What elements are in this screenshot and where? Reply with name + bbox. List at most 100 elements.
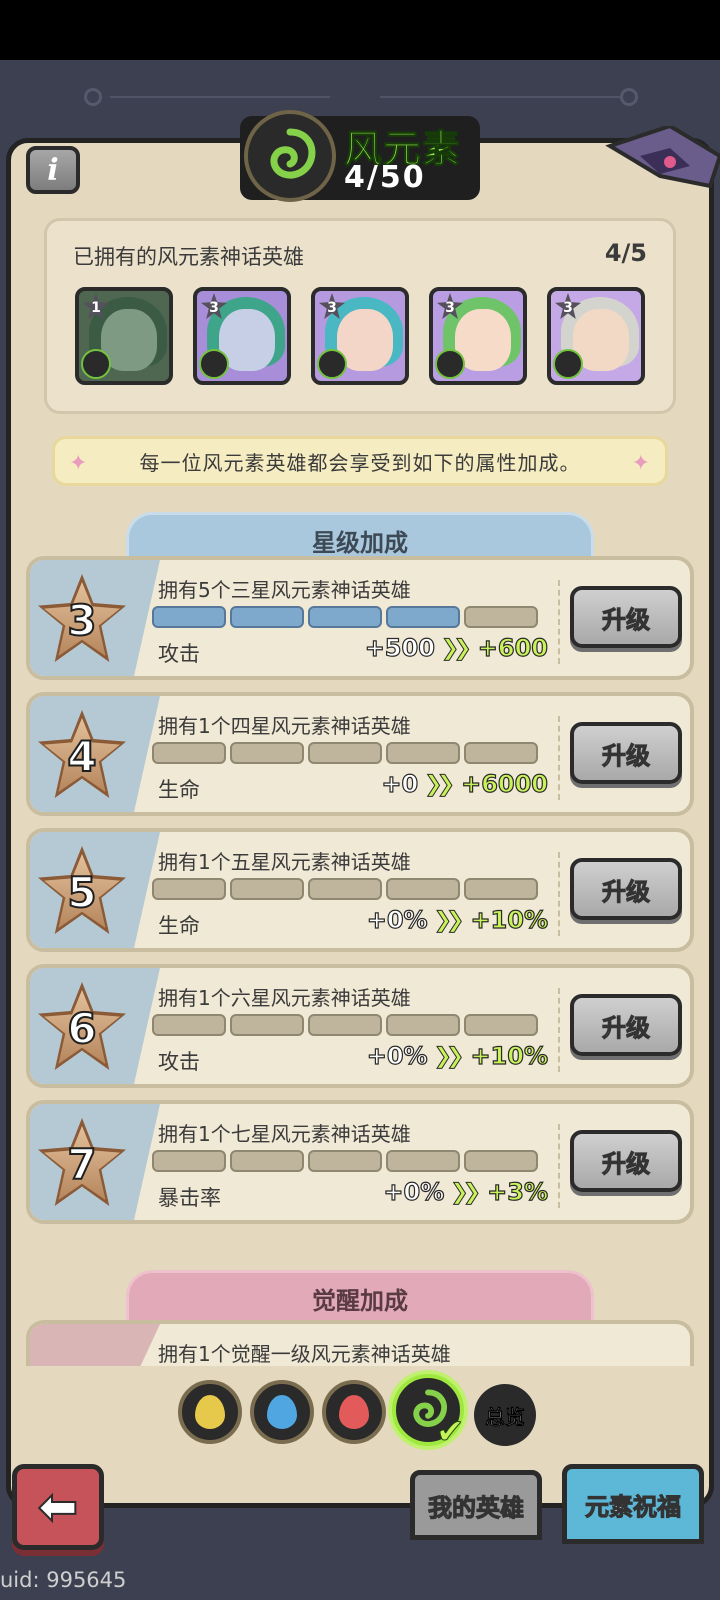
water-element-icon [267,1395,297,1429]
awaken-requirement: 拥有1个觉醒一级风元素神话英雄 [158,1342,451,1366]
bonus-values: +0% ❯❯ +10% [366,1041,549,1070]
fire-element-icon [339,1395,369,1429]
bonus-stat: 攻击 [158,1050,200,1074]
wind-element-icon [81,349,111,379]
progress-segment [230,878,304,900]
hero-card[interactable]: 3 [429,287,527,385]
hero-card[interactable]: 3 [311,287,409,385]
bonus-current: +500 [364,633,435,662]
decor-dot [84,88,102,106]
star-bonus-row: 3 拥有5个三星风元素神话英雄 攻击 +500 ❯❯ +600 升级 [26,556,694,680]
progress-segment [464,606,538,628]
earth-element-button[interactable] [178,1380,242,1444]
bonus-stat: 生命 [158,914,200,938]
info-button[interactable]: i [26,146,80,194]
double-arrow-icon: ❯❯ [450,1179,482,1205]
hero-card[interactable]: 1 [75,287,173,385]
progress-segment [152,878,226,900]
back-button[interactable]: ⬅ [12,1464,104,1550]
element-count: 4/50 [344,160,426,195]
double-arrow-icon: ❯❯ [424,771,456,797]
progress-segment [464,1150,538,1172]
bonus-current: +0% [383,1177,445,1206]
tab-my-heroes[interactable]: 我的英雄 [410,1470,542,1540]
progress-segment [308,1014,382,1036]
bonus-requirement: 拥有1个四星风元素神话英雄 [158,714,411,738]
star-level-number: 5 [66,867,97,918]
progress-segment [308,878,382,900]
bonus-next: +600 [477,633,548,662]
bonus-next: +10% [470,1041,549,1070]
progress-segment [230,606,304,628]
upgrade-button[interactable]: 升级 [570,994,682,1056]
progress-segment [464,1014,538,1036]
decor-line [110,96,330,98]
star-bonus-row: 6 拥有1个六星风元素神话英雄 攻击 +0% ❯❯ +10% 升级 [26,964,694,1088]
upgrade-button[interactable]: 升级 [570,586,682,648]
tab-element-blessing[interactable]: 元素祝福 [562,1464,704,1544]
sparkle-icon: ✦ [69,451,89,476]
progress-segment [152,742,226,764]
hero-card[interactable]: 3 [547,287,645,385]
wind-element-icon [435,349,465,379]
owned-heroes-count: 4/5 [604,239,647,267]
fire-element-button[interactable] [322,1380,386,1444]
upgrade-button[interactable]: 升级 [570,1130,682,1192]
double-arrow-icon: ❯❯ [433,1043,465,1069]
bonus-values: +0% ❯❯ +3% [383,1177,549,1206]
star-bonus-row: 4 拥有1个四星风元素神话英雄 生命 +0 ❯❯ +6000 升级 [26,692,694,816]
progress-bar [152,1014,538,1036]
progress-segment [308,1150,382,1172]
bonus-stat: 生命 [158,778,200,802]
progress-segment [152,1150,226,1172]
bonus-values: +500 ❯❯ +600 [364,633,549,662]
upgrade-button[interactable]: 升级 [570,722,682,784]
wind-element-icon [199,349,229,379]
bonus-current: +0% [366,1041,428,1070]
progress-bar [152,878,538,900]
progress-segment [464,878,538,900]
overview-button[interactable]: 总览 [474,1384,536,1446]
bonus-requirement: 拥有1个五星风元素神话英雄 [158,850,411,874]
star-level-number: 3 [66,595,97,646]
crystal-decoration-icon [605,126,720,189]
system-status-bar [0,0,720,60]
progress-segment [464,742,538,764]
bonus-next: +6000 [460,769,548,798]
progress-segment [308,606,382,628]
bonus-current: +0% [366,905,428,934]
decor-line [380,96,620,98]
notice-text: 每一位风元素英雄都会享受到如下的属性加成。 [139,450,581,475]
bonus-values: +0 ❯❯ +6000 [381,769,549,798]
progress-segment [386,742,460,764]
hero-card[interactable]: 3 [193,287,291,385]
star-level-number: 4 [66,731,97,782]
bonus-current: +0 [381,769,419,798]
earth-element-icon [195,1395,225,1429]
wind-element-icon [244,110,336,202]
bonus-requirement: 拥有5个三星风元素神话英雄 [158,578,411,602]
bonus-next: +10% [470,905,549,934]
progress-segment [386,606,460,628]
progress-bar [152,742,538,764]
progress-segment [230,742,304,764]
bonus-notice: ✦ 每一位风元素英雄都会享受到如下的属性加成。 ✦ [52,436,668,486]
progress-bar [152,606,538,628]
progress-segment [308,742,382,764]
bonus-stat: 攻击 [158,642,200,666]
star-bonus-row: 7 拥有1个七星风元素神话英雄 暴击率 +0% ❯❯ +3% 升级 [26,1100,694,1224]
star-level-number: 7 [66,1139,97,1190]
progress-segment [386,1014,460,1036]
water-element-button[interactable] [250,1380,314,1444]
wind-element-icon [553,349,583,379]
back-arrow-icon: ⬅ [37,1478,79,1536]
progress-bar [152,1150,538,1172]
selected-check-icon: ✔ [436,1412,465,1453]
owned-heroes-label: 已拥有的风元素神话英雄 [73,245,304,269]
user-id: uid: 995645 [0,1568,127,1592]
upgrade-button[interactable]: 升级 [570,858,682,920]
star-level-number: 6 [66,1003,97,1054]
progress-segment [386,1150,460,1172]
progress-segment [386,878,460,900]
bonus-values: +0% ❯❯ +10% [366,905,549,934]
